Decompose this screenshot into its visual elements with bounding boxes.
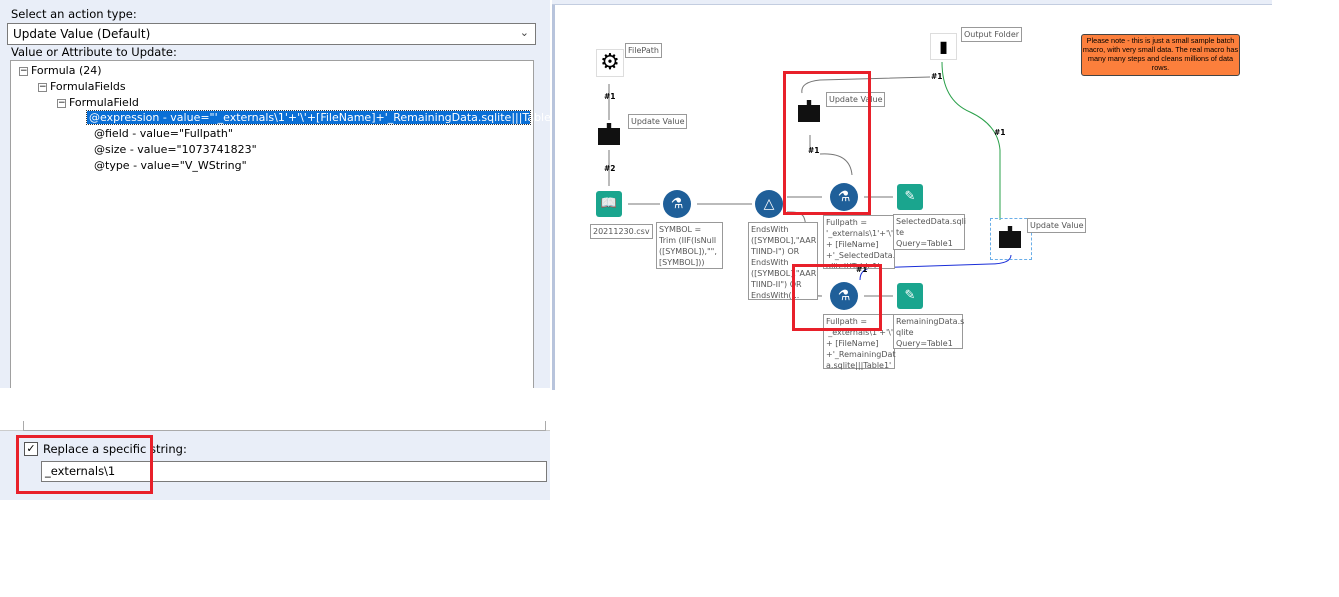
folder-icon[interactable]: ▮ — [930, 33, 957, 60]
book-input-icon[interactable]: 📖 — [596, 191, 622, 217]
connection-label: #1 — [604, 92, 616, 101]
update-value-caption: Update Value — [628, 114, 688, 129]
output-data-icon[interactable]: ✎ — [897, 184, 923, 210]
filepath-caption: FilePath — [625, 43, 662, 58]
filter-icon[interactable]: △ — [755, 190, 783, 218]
output-data-icon[interactable]: ✎ — [897, 283, 923, 309]
clapperboard-icon[interactable] — [999, 226, 1021, 248]
formula-selected-caption: Fullpath = '_externals\1'+'\' + [FileNam… — [823, 215, 895, 269]
output-selected-caption: SelectedData.sqli te Query=Table1 — [893, 214, 966, 250]
highlight-box — [783, 71, 871, 215]
highlight-box — [792, 264, 882, 331]
formula-symbol-caption: SYMBOL = Trim (IIF(IsNull ([SYMBOL]),"",… — [656, 222, 723, 269]
connection-label: #1 — [931, 72, 943, 81]
output-remaining-caption: RemainingData.s qlite Query=Table1 — [893, 314, 964, 349]
formula-flask-icon[interactable]: ⚗ — [663, 190, 691, 218]
update-value-caption: Update Value — [1027, 218, 1087, 233]
connection-line-green — [941, 61, 1001, 220]
csv-caption: 20211230.csv — [590, 224, 653, 239]
connections — [608, 61, 1012, 297]
output-folder-caption: Output Folder — [961, 27, 1023, 42]
gear-icon[interactable]: ⚙ — [596, 49, 624, 77]
connection-label: #1 — [994, 128, 1006, 137]
comment-note: Please note - this is just a small sampl… — [1081, 34, 1240, 76]
connection-label: #2 — [604, 164, 616, 173]
clapperboard-icon[interactable] — [598, 123, 620, 145]
